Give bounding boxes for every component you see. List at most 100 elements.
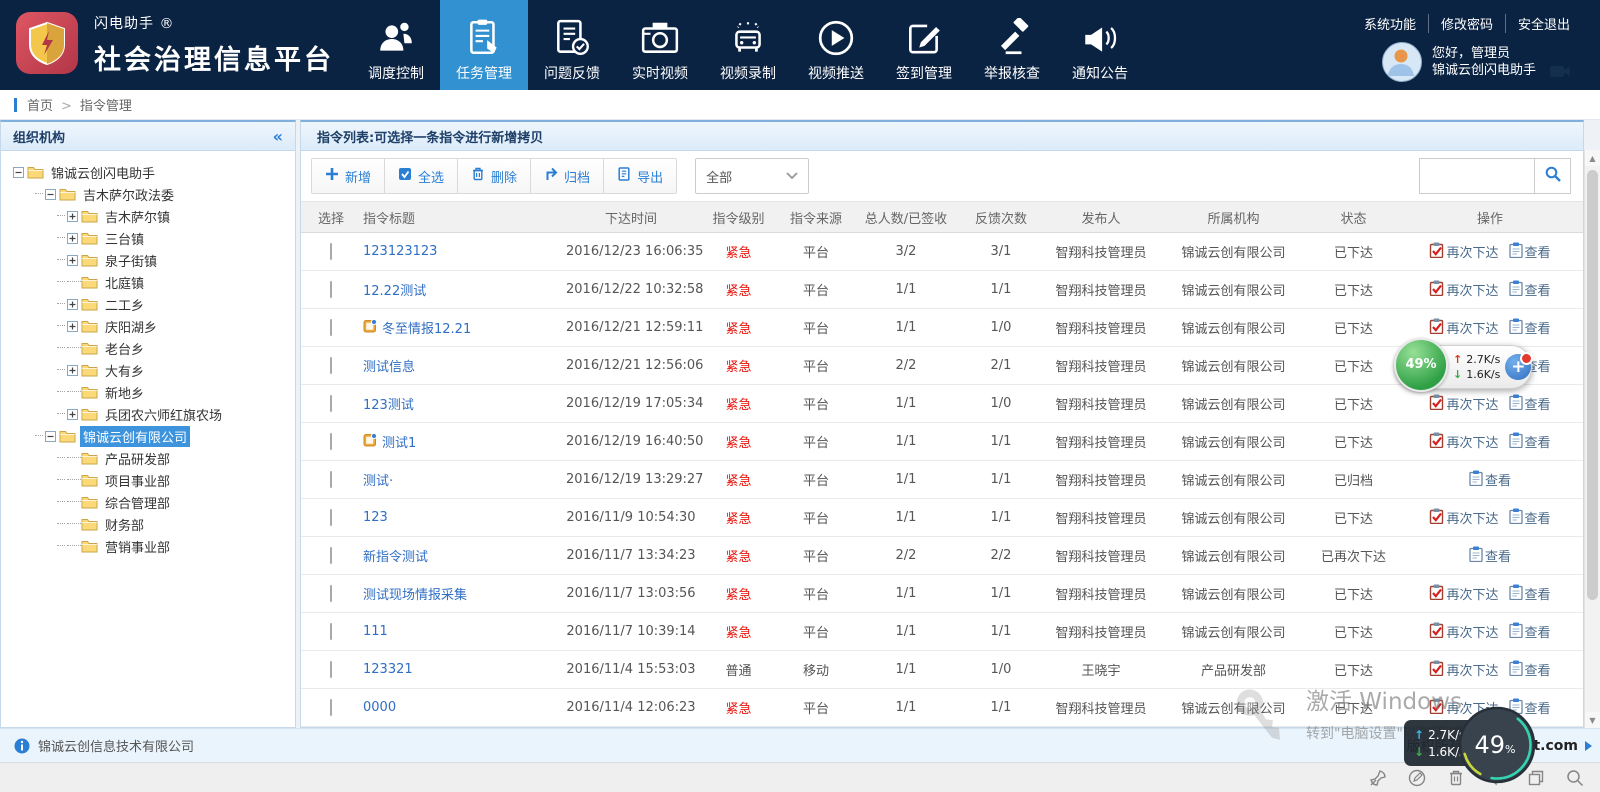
instruction-title-link[interactable]: 测试· bbox=[363, 470, 393, 489]
instruction-title-link[interactable]: 测试1 bbox=[382, 432, 416, 451]
instruction-title-link[interactable]: 111 bbox=[363, 624, 388, 639]
tree-node[interactable]: 泉子街镇 bbox=[1, 249, 295, 271]
resend-action[interactable]: 再次下达 bbox=[1429, 432, 1498, 452]
row-checkbox[interactable] bbox=[330, 357, 332, 374]
expand-node-icon[interactable] bbox=[67, 211, 78, 222]
tree-node[interactable]: 大有乡 bbox=[1, 359, 295, 381]
taskbar-rocket-icon[interactable] bbox=[1369, 769, 1387, 787]
toolbar-button-plus[interactable]: 新增 bbox=[312, 159, 384, 193]
pill-plus-button[interactable]: + bbox=[1505, 354, 1531, 380]
collapse-node-icon[interactable] bbox=[13, 167, 24, 178]
tree-node-label[interactable]: 泉子街镇 bbox=[102, 250, 160, 271]
instruction-title-link[interactable]: 12.22测试 bbox=[363, 280, 426, 299]
instruction-title-link[interactable]: 123 bbox=[363, 510, 388, 525]
tree-node[interactable]: 财务部 bbox=[1, 513, 295, 535]
tree-node-label[interactable]: 庆阳湖乡 bbox=[102, 316, 160, 337]
toolbar-button-trash[interactable]: 删除 bbox=[457, 159, 530, 193]
vertical-scrollbar[interactable]: ▲ ▼ bbox=[1584, 150, 1600, 728]
tree-node[interactable]: 新地乡 bbox=[1, 381, 295, 403]
tree-node[interactable]: 三台镇 bbox=[1, 227, 295, 249]
row-checkbox[interactable] bbox=[330, 433, 332, 450]
view-action[interactable]: 查看 bbox=[1509, 508, 1551, 528]
tree-node[interactable]: 兵团农六师红旗农场 bbox=[1, 403, 295, 425]
scrollbar-thumb[interactable] bbox=[1587, 170, 1598, 600]
nav-item-camera[interactable]: 实时视频 bbox=[616, 0, 704, 90]
row-checkbox[interactable] bbox=[330, 281, 332, 298]
view-action[interactable]: 查看 bbox=[1509, 432, 1551, 452]
resend-action[interactable]: 再次下达 bbox=[1429, 584, 1498, 604]
resend-action[interactable]: 再次下达 bbox=[1429, 280, 1498, 300]
tree-node-label[interactable]: 老台乡 bbox=[102, 338, 147, 359]
footer-arrow-icon[interactable] bbox=[1585, 741, 1592, 751]
tree-node-label[interactable]: 锦诚云创有限公司 bbox=[80, 426, 190, 447]
nav-item-megaphone[interactable]: 通知公告 bbox=[1056, 0, 1144, 90]
nav-item-car[interactable]: 视频录制 bbox=[704, 0, 792, 90]
resend-action[interactable]: 再次下达 bbox=[1429, 622, 1498, 642]
instruction-title-link[interactable]: 123测试 bbox=[363, 394, 414, 413]
tree-node-label[interactable]: 大有乡 bbox=[102, 360, 147, 381]
collapse-sidebar-icon[interactable]: « bbox=[273, 127, 283, 146]
tree-node-label[interactable]: 吉木萨尔政法委 bbox=[80, 184, 177, 205]
toolbar-button-archive[interactable]: 归档 bbox=[530, 159, 603, 193]
filter-dropdown[interactable]: 全部 bbox=[695, 158, 809, 194]
tree-node[interactable]: 项目事业部 bbox=[1, 469, 295, 491]
nav-item-play[interactable]: 视频推送 bbox=[792, 0, 880, 90]
row-checkbox[interactable] bbox=[330, 471, 332, 488]
view-action[interactable]: 查看 bbox=[1509, 584, 1551, 604]
view-action[interactable]: 查看 bbox=[1509, 660, 1551, 680]
row-checkbox[interactable] bbox=[330, 243, 332, 260]
tree-node[interactable]: 综合管理部 bbox=[1, 491, 295, 513]
expand-node-icon[interactable] bbox=[67, 321, 78, 332]
row-checkbox[interactable] bbox=[330, 585, 332, 602]
tree-node[interactable]: 二工乡 bbox=[1, 293, 295, 315]
expand-node-icon[interactable] bbox=[67, 255, 78, 266]
collapse-node-icon[interactable] bbox=[45, 189, 56, 200]
row-checkbox[interactable] bbox=[330, 547, 332, 564]
instruction-title-link[interactable]: 0000 bbox=[363, 700, 396, 715]
nav-item-gavel[interactable]: 举报核查 bbox=[968, 0, 1056, 90]
row-checkbox[interactable] bbox=[330, 699, 332, 716]
tree-node-label[interactable]: 营销事业部 bbox=[102, 536, 173, 557]
expand-node-icon[interactable] bbox=[67, 409, 78, 420]
toolbar-button-selectall[interactable]: 全选 bbox=[384, 159, 457, 193]
scroll-up-arrow[interactable]: ▲ bbox=[1585, 150, 1600, 166]
view-action[interactable]: 查看 bbox=[1469, 546, 1511, 566]
tree-node-label[interactable]: 综合管理部 bbox=[102, 492, 173, 513]
tree-node-label[interactable]: 项目事业部 bbox=[102, 470, 173, 491]
collapse-node-icon[interactable] bbox=[45, 431, 56, 442]
instruction-title-link[interactable]: 123123123 bbox=[363, 244, 437, 259]
tree-node[interactable]: 产品研发部 bbox=[1, 447, 295, 469]
tree-node-label[interactable]: 二工乡 bbox=[102, 294, 147, 315]
expand-node-icon[interactable] bbox=[67, 299, 78, 310]
instruction-title-link[interactable]: 测试现场情报采集 bbox=[363, 584, 467, 603]
tree-node-label[interactable]: 吉木萨尔镇 bbox=[102, 206, 173, 227]
view-action[interactable]: 查看 bbox=[1509, 280, 1551, 300]
taskbar-search2-icon[interactable] bbox=[1566, 769, 1584, 787]
tree-node[interactable]: 吉木萨尔政法委 bbox=[1, 183, 295, 205]
taskbar-compose-icon[interactable] bbox=[1408, 769, 1426, 787]
tree-node[interactable]: 锦诚云创有限公司 bbox=[1, 425, 295, 447]
tree-node[interactable]: 吉木萨尔镇 bbox=[1, 205, 295, 227]
resend-action[interactable]: 再次下达 bbox=[1429, 394, 1498, 414]
search-button[interactable] bbox=[1535, 158, 1571, 194]
resend-action[interactable]: 再次下达 bbox=[1429, 508, 1498, 528]
tree-node[interactable]: 营销事业部 bbox=[1, 535, 295, 557]
view-action[interactable]: 查看 bbox=[1509, 394, 1551, 414]
instruction-title-link[interactable]: 123321 bbox=[363, 662, 413, 677]
instruction-title-link[interactable]: 测试信息 bbox=[363, 356, 415, 375]
tree-node[interactable]: 老台乡 bbox=[1, 337, 295, 359]
view-action[interactable]: 查看 bbox=[1509, 318, 1551, 338]
tree-node-label[interactable]: 三台镇 bbox=[102, 228, 147, 249]
row-checkbox[interactable] bbox=[330, 623, 332, 640]
instruction-title-link[interactable]: 新指令测试 bbox=[363, 546, 428, 565]
row-checkbox[interactable] bbox=[330, 509, 332, 526]
header-link-1[interactable]: 修改密码 bbox=[1429, 14, 1506, 33]
search-input[interactable] bbox=[1419, 158, 1535, 194]
toolbar-button-export[interactable]: 导出 bbox=[603, 159, 676, 193]
resend-action[interactable]: 再次下达 bbox=[1429, 660, 1498, 680]
tree-node[interactable]: 北庭镇 bbox=[1, 271, 295, 293]
user-block[interactable]: 您好，管理员 锦诚云创闪电助手 bbox=[1382, 42, 1570, 82]
tree-node-label[interactable]: 锦诚云创闪电助手 bbox=[48, 162, 158, 183]
view-action[interactable]: 查看 bbox=[1509, 242, 1551, 262]
nav-item-task[interactable]: 任务管理 bbox=[440, 0, 528, 90]
